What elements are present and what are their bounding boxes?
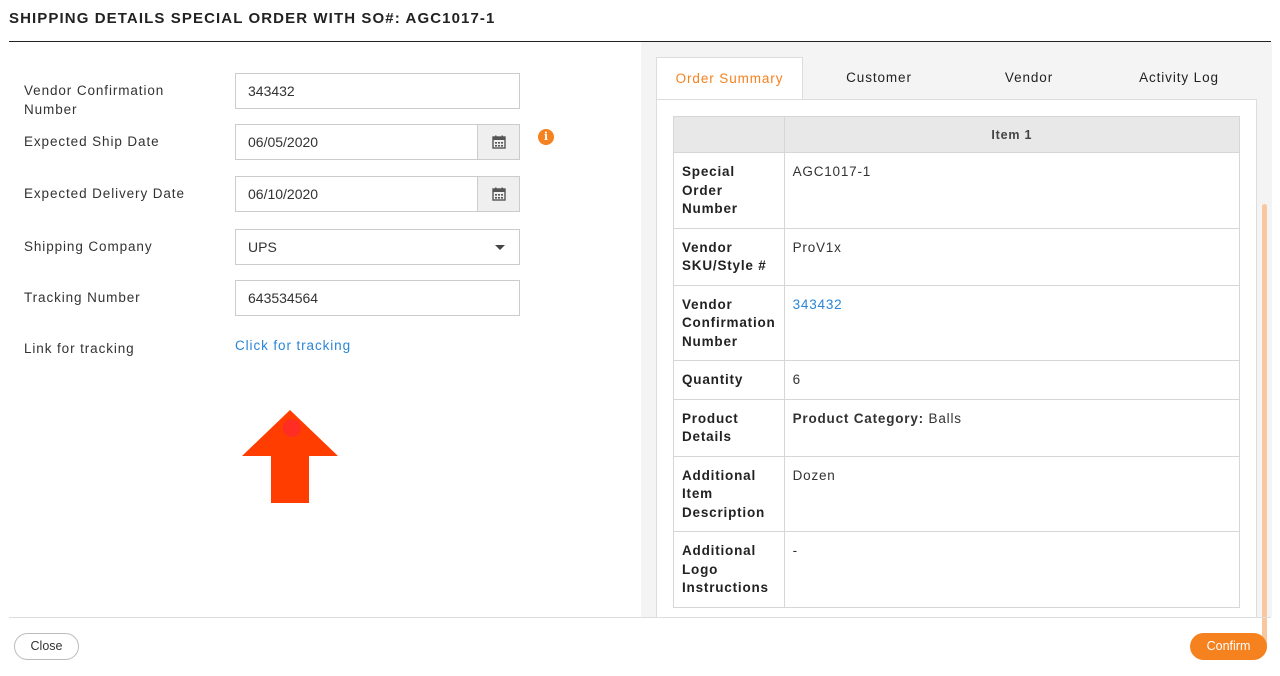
shipping-company-value: UPS — [248, 239, 277, 255]
tracking-number-label: Tracking Number — [24, 290, 141, 305]
click-for-tracking-link[interactable]: Click for tracking — [235, 338, 351, 353]
calendar-icon — [491, 187, 506, 201]
vertical-scrollbar[interactable] — [1262, 204, 1267, 651]
vendor-confirmation-label: Vendor Confirmation Number — [24, 83, 165, 117]
tab-order-summary[interactable]: Order Summary — [656, 57, 803, 100]
ship-date-calendar-button[interactable] — [477, 124, 520, 160]
expected-ship-date-label: Expected Ship Date — [24, 134, 160, 149]
table-row: Quantity 6 — [673, 360, 1241, 400]
order-summary-table: Item 1 Special Order Number AGC1017-1 Ve… — [673, 116, 1241, 608]
calendar-icon — [491, 135, 506, 149]
row-key: Vendor Confirmation Number — [673, 284, 785, 361]
row-key: Vendor SKU/Style # — [673, 227, 785, 286]
vendor-confirmation-link[interactable]: 343432 — [783, 284, 1241, 361]
arrow-up-annotation — [242, 410, 338, 503]
expected-delivery-date-input[interactable]: 06/10/2020 — [235, 176, 478, 212]
row-value: ProV1x — [783, 227, 1241, 286]
expected-ship-date-input[interactable]: 06/05/2020 — [235, 124, 478, 160]
row-key: Product Details — [673, 398, 785, 457]
tracking-number-input[interactable]: 643534564 — [235, 280, 520, 316]
row-value: Product Category: Balls — [783, 398, 1241, 457]
shipping-company-select[interactable]: UPS — [235, 229, 520, 265]
row-value: - — [783, 531, 1241, 608]
row-key: Additional Item Description — [673, 455, 785, 532]
tab-activity-log[interactable]: Activity Log — [1104, 57, 1254, 99]
row-key: Special Order Number — [673, 152, 785, 229]
tab-content: Item 1 Special Order Number AGC1017-1 Ve… — [656, 99, 1267, 651]
table-row: Vendor Confirmation Number 343432 — [673, 284, 1241, 361]
table-row: Vendor SKU/Style # ProV1x — [673, 227, 1241, 286]
chevron-down-icon — [495, 245, 505, 250]
vendor-confirmation-input[interactable]: 343432 — [235, 73, 520, 109]
dialog-title: SHIPPING DETAILS SPECIAL ORDER WITH SO#:… — [9, 10, 496, 27]
row-value: AGC1017-1 — [783, 152, 1241, 229]
table-row: Special Order Number AGC1017-1 — [673, 152, 1241, 229]
table-header-spacer — [673, 116, 785, 153]
close-button[interactable]: Close — [14, 633, 79, 660]
tab-vendor[interactable]: Vendor — [954, 57, 1104, 99]
confirm-button[interactable]: Confirm — [1190, 633, 1267, 660]
shipping-form: Vendor Confirmation Number 343432 Expect… — [0, 42, 640, 617]
table-row: Additional Logo Instructions - — [673, 531, 1241, 608]
info-icon[interactable]: i — [538, 129, 554, 145]
tab-bar: Order Summary Customer Vendor Activity L… — [656, 57, 1257, 100]
delivery-date-calendar-button[interactable] — [477, 176, 520, 212]
shipping-company-label: Shipping Company — [24, 239, 153, 254]
expected-delivery-date-label: Expected Delivery Date — [24, 186, 185, 201]
row-value: 6 — [783, 360, 1241, 400]
item-column-header: Item 1 — [783, 116, 1241, 153]
table-row: Additional Item Description Dozen — [673, 455, 1241, 532]
tracking-link-label: Link for tracking — [24, 341, 135, 356]
tab-customer[interactable]: Customer — [804, 57, 954, 99]
row-key: Additional Logo Instructions — [673, 531, 785, 608]
product-category-label: Product Category: — [792, 410, 924, 426]
footer-divider — [9, 617, 1271, 618]
row-value: Dozen — [783, 455, 1241, 532]
row-key: Quantity — [673, 360, 785, 400]
table-row: Product Details Product Category: Balls — [673, 398, 1241, 457]
product-category-value: Balls — [928, 410, 962, 426]
order-details-panel: Order Summary Customer Vendor Activity L… — [641, 42, 1272, 651]
